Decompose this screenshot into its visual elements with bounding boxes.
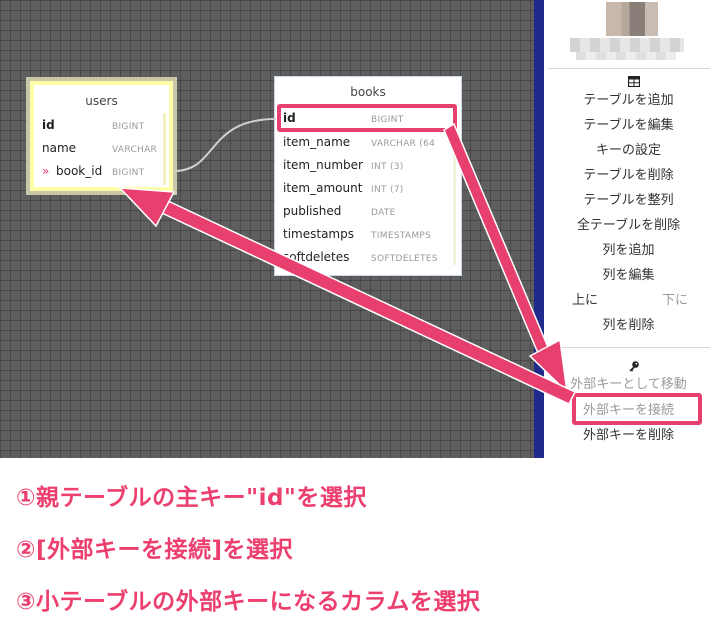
move-up-button[interactable]: 上に [570, 293, 600, 309]
column-type: TIMESTAMPS [371, 231, 432, 241]
delete-all-tables-menu-item[interactable]: 全テーブルを削除 [544, 218, 713, 234]
blurred-username-line [576, 52, 676, 60]
delete-column-menu-item[interactable]: 列を削除 [544, 318, 713, 334]
books-row-timestamps[interactable]: timestamps TIMESTAMPS [283, 224, 431, 244]
sidebar-divider [548, 68, 710, 69]
column-name: name [42, 141, 77, 155]
books-row-item-name[interactable]: item_name VARCHAR (64 [283, 132, 435, 152]
delete-foreign-key-menu-item[interactable]: 外部キーを削除 [544, 428, 713, 444]
users-row-name[interactable]: name VARCHAR [42, 138, 157, 158]
column-type: DATE [371, 208, 396, 218]
books-row-item-amount[interactable]: item_amount INT (7) [283, 178, 404, 198]
key-settings-menu-item[interactable]: キーの設定 [544, 143, 713, 159]
diagram-canvas[interactable]: users id BIGINT name VARCHAR » book_id BIGIN… [0, 0, 538, 458]
instruction-step-1: ①親テーブルの主キー"id"を選択 [16, 485, 367, 511]
move-down-button[interactable]: 下に [655, 293, 695, 309]
blurred-username [570, 38, 684, 52]
users-table-title: users [85, 94, 118, 108]
column-name: item_amount [283, 181, 363, 195]
column-type: VARCHAR [112, 145, 158, 155]
column-name: timestamps [283, 227, 354, 241]
books-row-softdeletes[interactable]: softdeletes SOFTDELETES [283, 247, 438, 267]
users-table-scrollbar[interactable] [163, 113, 166, 185]
column-type: INT (7) [371, 185, 404, 195]
highlight-connect-foreign-key [572, 393, 702, 425]
books-table-title: books [350, 85, 386, 99]
add-column-menu-item[interactable]: 列を追加 [544, 243, 713, 259]
edit-table-menu-item[interactable]: テーブルを編集 [544, 118, 713, 134]
column-name: item_name [283, 135, 351, 149]
arrange-tables-menu-item[interactable]: テーブルを整列 [544, 193, 713, 209]
add-table-menu-item[interactable]: テーブルを追加 [544, 93, 713, 109]
column-type: BIGINT [112, 122, 145, 132]
column-name: book_id [56, 164, 103, 178]
sidebar-divider [548, 347, 710, 348]
column-type: VARCHAR (64 [371, 139, 436, 149]
highlight-books-id [277, 104, 457, 132]
delete-table-menu-item[interactable]: テーブルを削除 [544, 168, 713, 184]
foreign-key-marker-icon: » [42, 164, 50, 178]
instruction-step-2: ②[外部キーを接続]を選択 [16, 537, 293, 563]
books-row-item-number[interactable]: item_number INT (3) [283, 155, 404, 175]
books-row-published[interactable]: published DATE [283, 201, 396, 221]
key-icon [628, 360, 640, 375]
users-row-book-id[interactable]: » book_id BIGINT [42, 161, 145, 181]
column-type: INT (3) [371, 162, 404, 172]
column-name: item_number [283, 158, 363, 172]
column-name: published [283, 204, 342, 218]
users-row-id[interactable]: id BIGINT [42, 115, 145, 135]
panel-divider [534, 0, 544, 458]
column-type: SOFTDELETES [371, 254, 438, 264]
instruction-step-3: ③小テーブルの外部キーになるカラムを選択 [16, 589, 481, 615]
column-name: softdeletes [283, 250, 350, 264]
edit-column-menu-item[interactable]: 列を編集 [544, 268, 713, 284]
column-name: id [42, 118, 55, 132]
avatar [606, 2, 658, 36]
move-as-foreign-key-menu-item[interactable]: 外部キーとして移動 [544, 377, 713, 393]
table-icon [627, 75, 641, 90]
column-type: BIGINT [112, 168, 145, 178]
users-table[interactable]: users id BIGINT name VARCHAR » book_id BIGIN… [30, 81, 173, 191]
